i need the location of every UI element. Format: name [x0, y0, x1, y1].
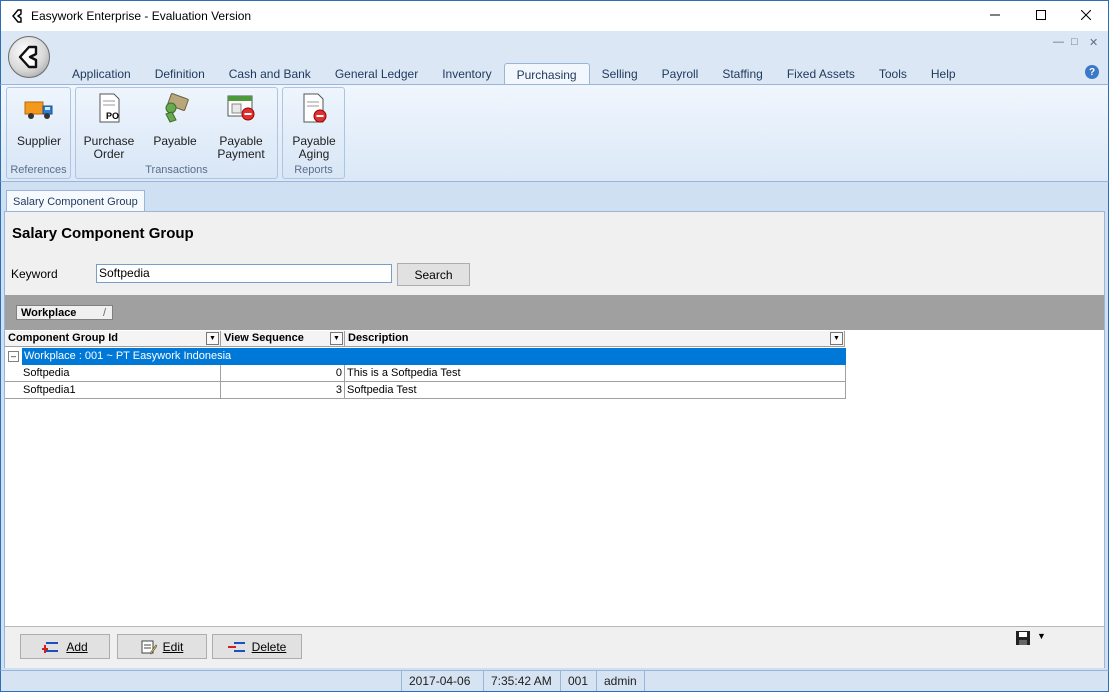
application-menu-button[interactable]: [8, 36, 50, 78]
supplier-label: Supplier: [16, 134, 62, 148]
help-icon[interactable]: ?: [1085, 65, 1099, 79]
tab-tools[interactable]: Tools: [867, 63, 919, 85]
column-header-description[interactable]: Description ▼: [345, 331, 845, 347]
delete-icon: [227, 641, 245, 652]
group-label-reports: Reports: [294, 164, 333, 176]
keyword-label: Keyword: [11, 267, 58, 281]
group-chip-label: Workplace: [21, 307, 77, 319]
group-references: Supplier References: [6, 87, 71, 179]
search-button[interactable]: Search: [397, 263, 470, 286]
purchase-order-label-line2: Order: [93, 147, 125, 161]
cell-view-sequence[interactable]: 3: [221, 382, 345, 399]
title-bar: Easywork Enterprise - Evaluation Version: [0, 0, 1109, 31]
sort-indicator-icon: /: [102, 307, 106, 319]
collapse-icon[interactable]: –: [8, 351, 19, 362]
chevron-down-icon[interactable]: ▼: [1037, 631, 1046, 641]
tab-payroll[interactable]: Payroll: [650, 63, 711, 85]
group-label-transactions: Transactions: [145, 164, 208, 176]
cell-description[interactable]: Softpedia Test: [345, 382, 846, 399]
mdi-close-icon[interactable]: ✕: [1089, 36, 1098, 49]
save-layout-button[interactable]: ▼: [1015, 630, 1047, 646]
cell-component-group-id[interactable]: Softpedia1: [21, 382, 221, 399]
payable-aging-label-line2: Aging: [298, 147, 330, 161]
add-label: Add: [66, 639, 88, 654]
column-header-label: Component Group Id: [8, 332, 118, 344]
status-date: 2017-04-06: [401, 671, 477, 691]
mdi-restore-icon[interactable]: □: [1071, 36, 1078, 48]
delete-label: Delete: [251, 639, 287, 654]
group-transactions: PO Purchase Order Payable Payable Paymen…: [75, 87, 278, 179]
purchase-order-button[interactable]: PO Purchase Order: [81, 92, 137, 161]
ribbon-tabs: Application Definition Cash and Bank Gen…: [60, 63, 968, 85]
cell-component-group-id[interactable]: Softpedia: [21, 365, 221, 382]
column-header-component-group-id[interactable]: Component Group Id ▼: [5, 331, 221, 347]
page-title: Salary Component Group: [12, 225, 194, 242]
tab-general-ledger[interactable]: General Ledger: [323, 63, 430, 85]
payable-aging-button[interactable]: Payable Aging: [285, 92, 343, 161]
payable-label: Payable: [153, 134, 197, 148]
payable-icon: [165, 93, 189, 123]
tab-staffing[interactable]: Staffing: [710, 63, 774, 85]
column-header-view-sequence[interactable]: View Sequence ▼: [221, 331, 345, 347]
purchase-order-icon: PO: [99, 93, 120, 123]
group-row-label: Workplace : 001 ~ PT Easywork Indonesia: [22, 348, 846, 365]
document-tab-salary-component-group[interactable]: Salary Component Group: [6, 190, 145, 212]
tab-inventory[interactable]: Inventory: [430, 63, 503, 85]
group-label-references: References: [10, 164, 67, 176]
row-indent: [5, 382, 21, 399]
minimize-icon: [990, 14, 1000, 16]
close-button[interactable]: [1063, 0, 1109, 30]
mdi-minimize-icon[interactable]: —: [1053, 36, 1064, 48]
status-time: 7:35:42 AM: [483, 671, 559, 691]
status-code: 001: [560, 671, 595, 691]
tab-purchasing[interactable]: Purchasing: [503, 63, 590, 85]
maximize-button[interactable]: [1018, 0, 1064, 30]
minimize-button[interactable]: [972, 0, 1018, 30]
payable-payment-icon: [227, 95, 255, 121]
row-indent: [5, 365, 21, 382]
column-header-label: View Sequence: [224, 332, 304, 344]
app-logo-icon: [12, 9, 22, 23]
payable-button[interactable]: Payable: [146, 92, 204, 148]
cell-description[interactable]: This is a Softpedia Test: [345, 365, 846, 382]
close-icon: [1081, 10, 1091, 20]
tab-selling[interactable]: Selling: [590, 63, 650, 85]
add-button[interactable]: Add: [20, 634, 110, 659]
tab-application[interactable]: Application: [60, 63, 143, 85]
payable-aging-icon: [303, 93, 327, 123]
tab-help[interactable]: Help: [919, 63, 968, 85]
save-icon: [1016, 631, 1030, 645]
filter-dropdown-icon[interactable]: ▼: [830, 332, 843, 345]
edit-label: Edit: [162, 639, 184, 654]
po-badge: PO: [106, 111, 119, 121]
supplier-button[interactable]: Supplier: [10, 92, 68, 148]
tab-definition[interactable]: Definition: [143, 63, 217, 85]
group-reports: Payable Aging Reports: [282, 87, 345, 179]
tab-cash-and-bank[interactable]: Cash and Bank: [217, 63, 323, 85]
keyword-input[interactable]: Softpedia: [96, 264, 392, 283]
payable-payment-label-line2: Payment: [217, 147, 265, 161]
group-row[interactable]: – Workplace : 001 ~ PT Easywork Indonesi…: [5, 348, 846, 365]
add-icon: [42, 641, 59, 653]
status-bar: 2017-04-06 7:35:42 AM 001 admin: [0, 670, 1109, 692]
group-chip-workplace[interactable]: Workplace /: [16, 305, 113, 320]
filter-dropdown-icon[interactable]: ▼: [330, 332, 343, 345]
filter-dropdown-icon[interactable]: ▼: [206, 332, 219, 345]
edit-icon: [141, 640, 157, 654]
edit-button[interactable]: Edit: [117, 634, 207, 659]
payable-payment-button[interactable]: Payable Payment: [211, 92, 271, 161]
app-logo-icon: [18, 45, 38, 69]
data-grid: Workplace / Component Group Id ▼ View Se…: [5, 295, 1104, 626]
tab-fixed-assets[interactable]: Fixed Assets: [775, 63, 867, 85]
status-user: admin: [596, 671, 645, 691]
truck-icon: [24, 101, 53, 119]
maximize-icon: [1036, 10, 1046, 20]
column-header-label: Description: [348, 332, 409, 344]
delete-button[interactable]: Delete: [212, 634, 302, 659]
group-by-panel: Workplace /: [5, 295, 1104, 330]
cell-view-sequence[interactable]: 0: [221, 365, 345, 382]
window-title: Easywork Enterprise - Evaluation Version: [31, 9, 252, 23]
